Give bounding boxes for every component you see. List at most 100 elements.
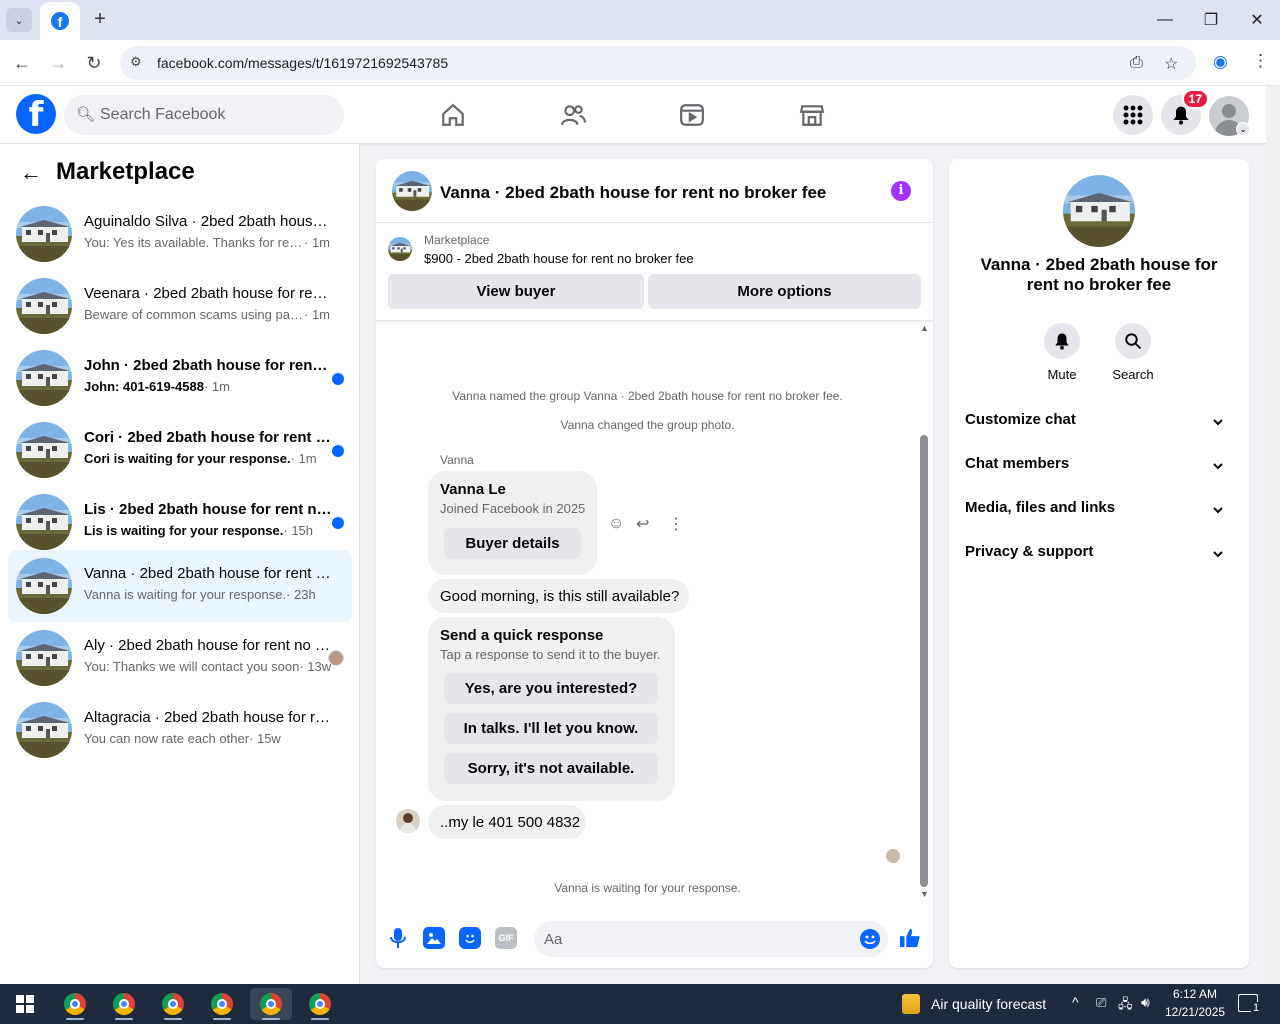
privacy-support-section[interactable]: Privacy & support [965, 533, 1233, 569]
browser-tab-facebook[interactable]: f [40, 2, 80, 40]
video-icon[interactable] [677, 100, 707, 130]
conversation-item[interactable]: Veenara · 2bed 2bath house for rent no b… [8, 270, 352, 342]
conversation-item[interactable]: Cori · 2bed 2bath house for rent no brok… [8, 414, 352, 486]
quick-reply-button[interactable]: Sorry, it's not available. [444, 753, 658, 784]
notifications-button[interactable]: 17 [1161, 89, 1209, 135]
view-buyer-button[interactable]: View buyer [388, 274, 644, 309]
gif-icon[interactable]: GIF [495, 927, 517, 949]
marketplace-icon[interactable] [797, 100, 827, 130]
media-files-links-section[interactable]: Media, files and links [965, 489, 1233, 525]
conversation-item[interactable]: Aly · 2bed 2bath house for rent no broke… [8, 622, 352, 694]
chrome-taskbar-app-active[interactable] [250, 988, 292, 1020]
conversation-name: Veenara · 2bed 2bath house for rent no b… [84, 285, 332, 302]
facebook-search-input[interactable] [100, 95, 330, 135]
menu-grid-icon[interactable] [1113, 95, 1153, 135]
url-text[interactable]: facebook.com/messages/t/1619721692543785 [157, 55, 448, 71]
home-icon[interactable] [438, 100, 468, 130]
search-label: Search [1112, 367, 1154, 382]
conversation-name: John · 2bed 2bath house for rent no brok… [84, 357, 332, 374]
conversation-item[interactable]: Aguinaldo Silva · 2bed 2bath house for r… [8, 198, 352, 270]
reload-button[interactable]: ↻ [82, 51, 106, 75]
conversation-item[interactable]: Lis · 2bed 2bath house for rent no broke… [8, 486, 352, 558]
sticker-icon[interactable] [459, 927, 481, 949]
bookmark-star-icon[interactable]: ☆ [1164, 54, 1178, 74]
scroll-down-arrow-icon[interactable]: ▼ [920, 889, 929, 899]
message-bubble: ..my le 401 500 4832 [428, 805, 586, 839]
back-button[interactable]: ← [10, 51, 34, 75]
quick-reply-button[interactable]: Yes, are you interested? [444, 673, 658, 704]
weather-widget[interactable]: Air quality forecast [931, 996, 1046, 1012]
chrome-icon [260, 993, 282, 1015]
install-app-icon[interactable]: ⎙ [1130, 54, 1143, 72]
account-chevron-icon[interactable]: ⌄ [1236, 122, 1250, 136]
meet-now-icon[interactable]: ⎚ [1096, 995, 1106, 1011]
back-arrow-icon[interactable]: ← [20, 160, 42, 186]
facebook-logo-icon[interactable]: f [16, 94, 56, 134]
chrome-taskbar-app[interactable] [299, 988, 341, 1020]
quick-reply-button[interactable]: In talks. I'll let you know. [444, 713, 658, 744]
buyer-profile-card: Vanna Le Joined Facebook in 2025 Buyer d… [428, 471, 597, 575]
browser-menu-icon[interactable]: ⋮ [1252, 51, 1269, 71]
start-button[interactable] [4, 988, 46, 1020]
emoji-icon[interactable] [860, 929, 880, 949]
minimize-button[interactable]: — [1142, 0, 1188, 40]
system-message: Vanna changed the group photo. [560, 418, 735, 432]
mute-button[interactable]: Mute [1032, 323, 1092, 382]
buyer-details-button[interactable]: Buyer details [444, 528, 581, 559]
tray-chevron-icon[interactable]: ^ [1072, 994, 1079, 1010]
site-info-icon[interactable]: ⚙ [130, 54, 142, 70]
profile-icon[interactable]: ◉ [1213, 52, 1228, 72]
reply-icon[interactable]: ↩ [636, 514, 649, 534]
message-input-wrapper[interactable] [534, 921, 888, 957]
page-scrollbar[interactable] [1266, 86, 1280, 984]
sender-avatar[interactable] [396, 809, 420, 833]
facebook-search[interactable]: 🔍︎ [64, 95, 344, 135]
message-input[interactable] [544, 921, 844, 957]
windows-taskbar: Air quality forecast ^ ⎚ 🖧︎ 🔊︎ 6:12 AM 1… [0, 984, 1280, 1024]
conversation-name: Altagracia · 2bed 2bath house for rent n… [84, 709, 332, 726]
chrome-taskbar-app[interactable] [54, 988, 96, 1020]
volume-icon[interactable]: 🔊︎ [1141, 994, 1150, 1011]
message-list[interactable]: Vanna named the group Vanna · 2bed 2bath… [376, 321, 933, 901]
chrome-taskbar-app[interactable] [152, 988, 194, 1020]
group-photo[interactable] [1063, 175, 1135, 247]
listing-title[interactable]: $900 - 2bed 2bath house for rent no brok… [424, 251, 694, 266]
conversation-preview: Lis is waiting for your response. · 15h [84, 523, 314, 538]
forward-button[interactable]: → [46, 51, 70, 75]
chat-members-section[interactable]: Chat members [965, 445, 1233, 481]
react-icon[interactable]: ☺ [608, 515, 624, 533]
scroll-up-arrow-icon[interactable]: ▲ [920, 323, 929, 333]
chat-title[interactable]: Vanna · 2bed 2bath house for rent no bro… [440, 183, 826, 203]
new-tab-button[interactable]: + [88, 8, 112, 32]
url-omnibox[interactable]: ⚙ facebook.com/messages/t/16197216925437… [120, 46, 1196, 80]
conversation-item-active[interactable]: Vanna · 2bed 2bath house for rent no bro… [8, 550, 352, 622]
network-icon[interactable]: 🖧︎ [1118, 995, 1133, 1017]
microphone-icon[interactable] [387, 927, 409, 949]
tab-search-dropdown[interactable]: ⌄ [6, 8, 32, 32]
like-thumbs-up-icon[interactable] [899, 927, 921, 949]
conversation-item[interactable]: Altagracia · 2bed 2bath house for rent n… [8, 694, 352, 766]
customize-chat-section[interactable]: Customize chat [965, 401, 1233, 437]
conversation-name: Aly · 2bed 2bath house for rent no broke… [84, 637, 332, 654]
marketplace-listing-box: Marketplace $900 - 2bed 2bath house for … [376, 223, 933, 321]
read-receipt-avatar [886, 849, 900, 863]
clock-date[interactable]: 12/21/2025 [1165, 1005, 1225, 1019]
photo-icon[interactable] [423, 927, 445, 949]
system-message: Vanna named the group Vanna · 2bed 2bath… [452, 389, 843, 403]
air-quality-icon[interactable] [902, 994, 920, 1014]
more-options-button[interactable]: More options [648, 274, 921, 309]
search-in-chat-button[interactable]: Search [1103, 323, 1163, 382]
chrome-taskbar-app[interactable] [103, 988, 145, 1020]
conversation-item[interactable]: John · 2bed 2bath house for rent no brok… [8, 342, 352, 414]
more-actions-icon[interactable]: ⋮ [668, 514, 684, 534]
conversation-name: Vanna · 2bed 2bath house for rent no bro… [84, 565, 332, 582]
clock-time[interactable]: 6:12 AM [1173, 987, 1217, 1001]
restore-button[interactable]: ❐ [1188, 0, 1234, 40]
chat-thumbnail[interactable] [392, 171, 432, 211]
close-window-button[interactable]: ✕ [1234, 0, 1280, 40]
chat-scrollbar[interactable]: ▲ ▼ [917, 323, 931, 899]
info-icon[interactable]: i [891, 181, 911, 201]
friends-icon[interactable] [558, 100, 588, 130]
chrome-taskbar-app[interactable] [201, 988, 243, 1020]
scrollbar-thumb[interactable] [920, 435, 928, 887]
